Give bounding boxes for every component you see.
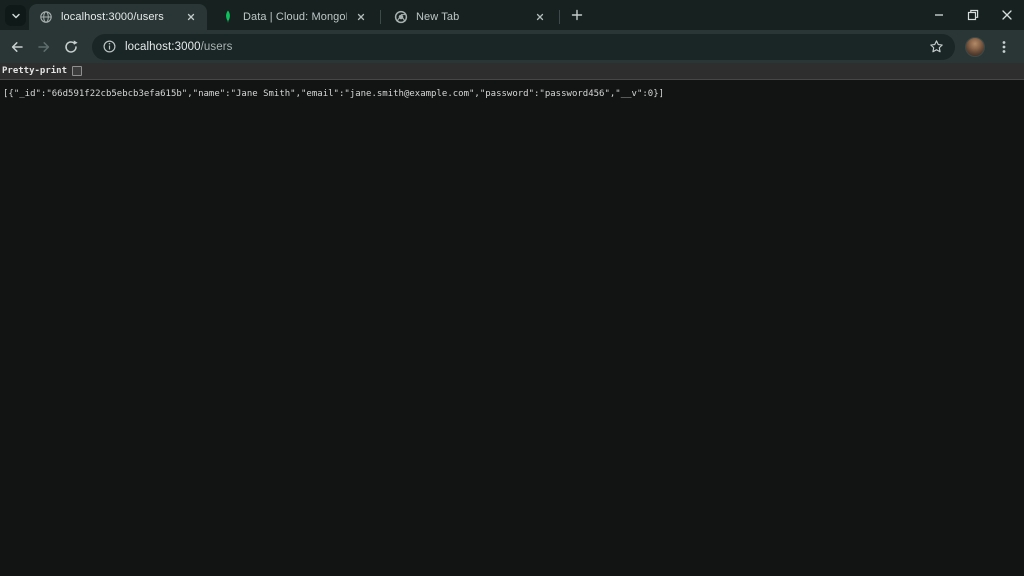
arrow-right-icon [36,39,52,55]
mongodb-leaf-icon [221,10,235,24]
url-text[interactable]: localhost:3000/users [125,41,233,53]
json-response-body: [{"_id":"66d591f22cb5ebcb3efa615b","name… [0,80,1024,108]
address-bar[interactable]: localhost:3000/users [92,34,955,60]
page-content: Pretty-print [{"_id":"66d591f22cb5ebcb3e… [0,63,1024,576]
back-button[interactable] [3,33,30,60]
chrome-icon [394,10,408,24]
tab-localhost-users[interactable]: localhost:3000/users [29,4,207,30]
url-host: localhost:3000 [125,41,201,53]
three-dot-menu-icon [996,39,1012,55]
browser-menu-button[interactable] [992,35,1016,59]
new-tab-button[interactable] [565,3,589,27]
tab-strip: localhost:3000/users Data | Cloud: Mongo… [0,0,1024,30]
restore-button[interactable] [956,0,990,30]
tab-divider [380,10,381,24]
close-window-button[interactable] [990,0,1024,30]
reload-button[interactable] [57,33,84,60]
forward-button[interactable] [30,33,57,60]
arrow-left-icon [9,39,25,55]
browser-toolbar: localhost:3000/users [0,30,1024,63]
pretty-print-checkbox[interactable] [72,66,82,76]
profile-avatar[interactable] [965,37,985,57]
plus-icon [571,9,583,21]
tab-title: New Tab [416,11,526,23]
window-controls [922,0,1024,30]
pretty-print-label: Pretty-print [2,66,67,76]
tab-mongodb-cloud[interactable]: Data | Cloud: MongoDB Cloud [211,4,377,30]
close-tab-icon[interactable] [353,9,369,25]
chevron-down-icon [10,10,22,22]
tab-title: Data | Cloud: MongoDB Cloud [243,11,347,23]
globe-icon [39,10,53,24]
reload-icon [63,39,79,55]
pretty-print-bar: Pretty-print [0,63,1024,80]
tab-divider [559,10,560,24]
tab-search-button[interactable] [5,5,26,26]
site-info-icon[interactable] [103,40,116,53]
minimize-button[interactable] [922,0,956,30]
close-tab-icon[interactable] [183,9,199,25]
bookmark-star-icon[interactable] [925,36,947,58]
close-tab-icon[interactable] [532,9,548,25]
tab-new-tab[interactable]: New Tab [384,4,556,30]
url-path: /users [201,41,233,53]
tab-title: localhost:3000/users [61,11,177,23]
